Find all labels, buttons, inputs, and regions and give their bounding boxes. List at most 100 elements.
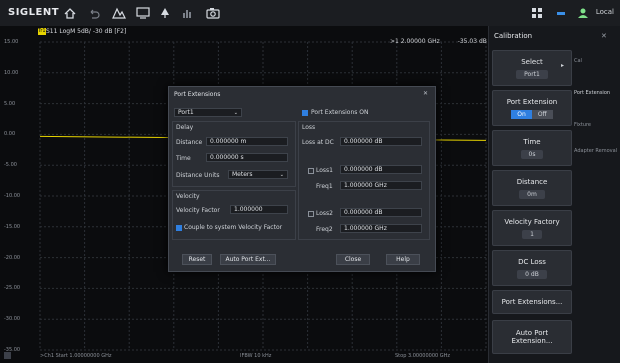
- footer-stop: Stop 3.00000000 GHz: [395, 353, 451, 359]
- dc-loss-button[interactable]: DC Loss 0 dB: [492, 250, 572, 286]
- side-link-adapter-removal[interactable]: Adapter Removal: [574, 148, 618, 155]
- velocity-factor-label: Velocity Factor: [176, 207, 220, 214]
- side-link-fixture[interactable]: Fixture: [574, 122, 614, 129]
- distance-label: Distance: [516, 177, 548, 186]
- keyboard-icon[interactable]: [529, 5, 545, 21]
- port-extension-label: Port Extension: [506, 97, 558, 106]
- y-axis-label: -30.00: [4, 316, 21, 323]
- couple-velocity-label: Couple to system Velocity Factor: [184, 224, 283, 231]
- distance-units-select[interactable]: Meters ⌄: [228, 170, 288, 179]
- collapse-icon[interactable]: ✕: [601, 32, 607, 40]
- dialog-close-icon[interactable]: ✕: [423, 90, 428, 97]
- y-axis-label: 0.00: [4, 131, 16, 138]
- marker-readout: >1 2.00000 GHz -35.03 dB: [390, 38, 487, 45]
- loss-dc-input[interactable]: 0.000000 dB: [340, 137, 422, 146]
- loss1-input[interactable]: 0.000000 dB: [340, 165, 422, 174]
- port-extensions-dialog-button[interactable]: Port Extensions...: [492, 290, 572, 314]
- port-extensions-on-label: Port Extensions ON: [311, 109, 369, 116]
- velocity-factory-label: Velocity Factory: [504, 217, 560, 226]
- marker-freq: >1 2.00000 GHz: [390, 38, 440, 45]
- distance-value: 0m: [519, 189, 545, 199]
- loss2-input[interactable]: 0.000000 dB: [340, 208, 422, 217]
- distance-units-value: Meters: [232, 171, 253, 178]
- auto-port-extension-button[interactable]: Auto Port Extension...: [492, 320, 572, 354]
- distance-input-value: 0.000000 m: [210, 138, 247, 145]
- chevron-down-icon: ⌄: [233, 109, 238, 116]
- time-button[interactable]: Time 0s: [492, 130, 572, 166]
- home-icon[interactable]: [62, 5, 78, 21]
- loss1-checkbox[interactable]: [308, 168, 314, 174]
- y-axis-label: 10.00: [4, 69, 19, 76]
- trace-tag-label: Tr1: [38, 28, 46, 34]
- port-extension-off[interactable]: Off: [531, 109, 553, 119]
- dc-loss-label: DC Loss: [518, 257, 546, 266]
- port-extensions-label: Port Extensions...: [501, 298, 563, 306]
- freq1-input[interactable]: 1.000000 GHz: [340, 181, 422, 190]
- user-icon[interactable]: [575, 5, 591, 21]
- port-extensions-on-checkbox[interactable]: [302, 110, 308, 116]
- y-axis-label: -25.00: [4, 285, 21, 292]
- panel-title: Calibration: [494, 32, 533, 40]
- port-select[interactable]: Port1 ⌄: [174, 108, 242, 117]
- loss2-checkbox[interactable]: [308, 211, 314, 217]
- time-field-label: Time: [176, 155, 191, 162]
- measure-icon[interactable]: [111, 5, 127, 21]
- freq2-label: Freq2: [316, 226, 333, 233]
- select-value: Port1: [516, 69, 548, 79]
- freq1-label: Freq1: [316, 183, 333, 190]
- marker-icon[interactable]: [157, 5, 173, 21]
- y-axis-label: 5.00: [4, 100, 16, 107]
- dc-loss-value: 0 dB: [517, 269, 547, 279]
- time-label: Time: [523, 137, 541, 146]
- loss2-value: 0.000000 dB: [344, 209, 383, 216]
- reset-button[interactable]: Reset: [182, 254, 212, 265]
- loss1-label: Loss1: [316, 167, 333, 174]
- side-link-port-extension[interactable]: Port Extension: [574, 90, 618, 97]
- time-value: 0s: [520, 149, 544, 159]
- marker-value: -35.03 dB: [457, 38, 487, 45]
- select-port-button[interactable]: Select Port1: [492, 50, 572, 86]
- trace-header[interactable]: S11 LogM 5dB/ -30 dB [F2]: [46, 28, 126, 35]
- select-label: Select: [521, 57, 543, 66]
- y-axis-label: -20.00: [4, 254, 21, 261]
- loss-dc-value: 0.000000 dB: [344, 138, 383, 145]
- velocity-title: Velocity: [176, 193, 200, 200]
- velocity-factor-value: 1.000000: [234, 206, 263, 213]
- y-axis-label: 15.00: [4, 39, 19, 45]
- footer-start: >Ch1 Start 1.00000000 GHz: [40, 353, 112, 359]
- time-input[interactable]: 0.000000 s: [206, 153, 288, 162]
- auto-port-ext-button[interactable]: Auto Port Ext...: [220, 254, 276, 265]
- velocity-factory-value: 1: [522, 229, 542, 239]
- y-axis-label: -5.00: [4, 162, 17, 169]
- side-link-cal[interactable]: Cal: [574, 58, 614, 65]
- freq2-value: 1.000000 GHz: [344, 225, 387, 232]
- distance-button[interactable]: Distance 0m: [492, 170, 572, 206]
- local-label: Local: [595, 8, 614, 16]
- minimize-icon[interactable]: [553, 5, 569, 21]
- auto-port-extension-label: Auto Port Extension...: [511, 329, 553, 345]
- display-icon[interactable]: [135, 5, 151, 21]
- undo-icon[interactable]: [86, 5, 102, 21]
- loss-dc-label: Loss at DC: [302, 139, 334, 146]
- velocity-factor-input[interactable]: 1.000000: [230, 205, 288, 214]
- distance-input[interactable]: 0.000000 m: [206, 137, 288, 146]
- brand-logo: SIGLENT: [8, 7, 60, 18]
- loss-title: Loss: [302, 124, 316, 131]
- close-button[interactable]: Close: [336, 254, 370, 265]
- y-axis-label: -10.00: [4, 193, 21, 199]
- camera-icon[interactable]: [205, 5, 221, 21]
- couple-velocity-checkbox[interactable]: [176, 225, 182, 231]
- delay-title: Delay: [176, 124, 194, 131]
- analysis-icon[interactable]: [179, 5, 195, 21]
- freq2-input[interactable]: 1.000000 GHz: [340, 224, 422, 233]
- distance-units-label: Distance Units: [176, 172, 220, 179]
- port-extension-on[interactable]: On: [511, 109, 532, 119]
- distance-field-label: Distance: [176, 139, 203, 146]
- menu-toggle-icon[interactable]: [4, 352, 11, 359]
- loss1-value: 0.000000 dB: [344, 166, 383, 173]
- time-input-value: 0.000000 s: [210, 154, 244, 161]
- velocity-factory-button[interactable]: Velocity Factory 1: [492, 210, 572, 246]
- port-extension-toggle[interactable]: Port Extension On Off: [492, 90, 572, 126]
- select-arrow-icon[interactable]: ▸: [561, 62, 564, 69]
- help-button[interactable]: Help: [386, 254, 420, 265]
